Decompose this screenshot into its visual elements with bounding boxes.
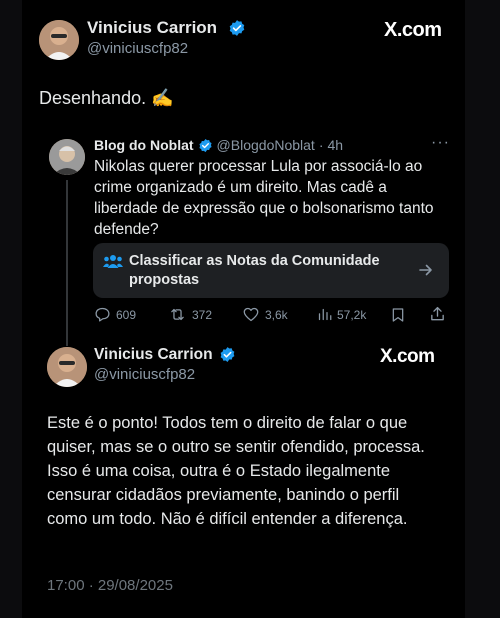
more-icon[interactable]: ··· (431, 134, 450, 152)
reply-icon (95, 307, 110, 322)
author-handle[interactable]: @viniciuscfp82 (94, 366, 195, 383)
verified-badge-icon (220, 347, 235, 362)
author-name[interactable]: Vinicius Carrion (87, 18, 217, 38)
quoted-author-name[interactable]: Blog do Noblat (94, 137, 194, 153)
repost-action[interactable]: 372 (168, 306, 212, 323)
author-handle[interactable]: @viniciuscfp82 (87, 40, 188, 57)
post-card: Vinicius Carrion @viniciuscfp82 X.com De… (22, 0, 465, 618)
avatar[interactable] (47, 347, 87, 387)
post-timestamp[interactable]: 17:00 · 29/08/2025 (47, 577, 173, 594)
brand-logo: X.com (380, 346, 435, 367)
community-notes-button[interactable]: Classificar as Notas da Comunidade propo… (93, 243, 449, 298)
quoted-post-text: Nikolas querer processar Lula por associ… (94, 158, 434, 238)
views-action[interactable]: 57,2k (317, 306, 366, 323)
reply-count: 609 (116, 307, 137, 322)
repost-count: 372 (192, 307, 213, 322)
author-name[interactable]: Vinicius Carrion (94, 346, 213, 364)
share-icon[interactable] (429, 305, 446, 323)
like-action[interactable]: 3,6k (242, 306, 288, 323)
like-icon (243, 307, 259, 322)
views-icon (318, 308, 332, 321)
repost-icon (171, 308, 184, 321)
avatar[interactable] (49, 139, 85, 175)
views-count: 57,2k (337, 307, 367, 322)
bookmark-icon[interactable] (390, 306, 406, 324)
community-notes-icon (103, 255, 123, 268)
thread-line (66, 180, 68, 346)
post-text: Desenhando. ✍️ (39, 88, 174, 108)
separator-dot: · (318, 137, 324, 153)
like-count: 3,6k (265, 307, 288, 322)
verified-badge-icon (229, 20, 245, 36)
quoted-author-handle[interactable]: @BlogdoNoblat (217, 137, 315, 153)
arrow-right-icon (419, 264, 432, 276)
reply-post-text: Este é o ponto! Todos tem o direito de f… (47, 414, 425, 528)
brand-logo: X.com (384, 19, 442, 41)
quoted-time[interactable]: 4h (328, 137, 344, 153)
quoted-header: Blog do Noblat @BlogdoNoblat · 4h (94, 137, 343, 153)
community-notes-label: Classificar as Notas da Comunidade propo… (129, 253, 380, 288)
verified-badge-icon (198, 138, 212, 152)
reply-action[interactable]: 609 (94, 306, 136, 323)
avatar[interactable] (39, 20, 79, 60)
